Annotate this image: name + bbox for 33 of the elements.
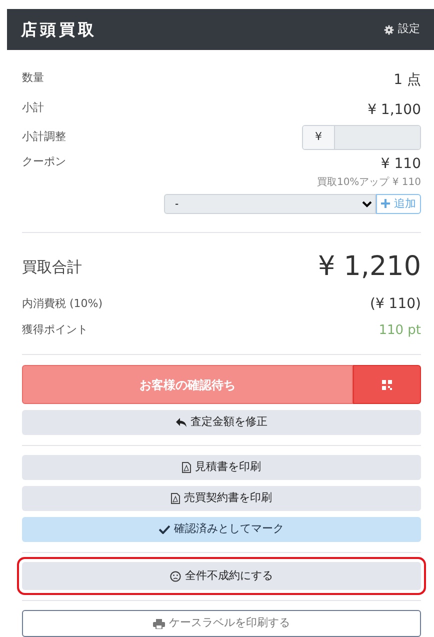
action-button[interactable]: 査定金額を修正 [22,410,421,435]
total-amount: ¥ 1,210 [318,250,421,284]
action-button[interactable]: 見積書を印刷 [22,455,421,480]
frown-face-icon [170,570,181,582]
pdf-file-icon [182,462,191,473]
printer-icon [153,618,165,628]
page-title: 店頭買取 [21,18,97,40]
field-value: (¥ 110) [370,294,421,314]
coupon-value: ¥ 110 [380,155,421,174]
action-button[interactable]: 確認済みとしてマーク [22,517,421,542]
action-button[interactable]: 売買契約書を印刷 [22,486,421,511]
pdf-file-icon [171,493,180,504]
reply-arrow-icon [176,418,186,427]
qr-code-button[interactable] [352,365,421,404]
field-label: 数量 [22,70,44,86]
action-button[interactable]: ケースラベルを印刷する [22,610,421,637]
coupon-detail: 買取10%アップ ¥ 110 [316,176,421,190]
field-label: 小計調整 [22,129,66,146]
total-label: 買取合計 [22,257,82,278]
action-button[interactable]: 全件不成約にする [22,562,421,590]
field-label: 小計 [22,100,44,116]
gear-icon [384,24,394,34]
coupon-select[interactable]: - [164,194,376,214]
qr-code-icon [382,380,392,390]
adjustment-input[interactable]: ¥ [302,125,421,150]
field-value: ¥ 1,100 [368,101,421,120]
field-value: 1 点 [394,71,421,90]
field-label: クーポン [22,154,66,170]
settings-link[interactable]: 設定 [384,21,420,38]
checkmark-icon [159,525,170,534]
field-label: 獲得ポイント [22,322,88,338]
field-value: 110 pt [378,322,421,340]
field-label: 内消費税 (10%) [22,296,103,312]
